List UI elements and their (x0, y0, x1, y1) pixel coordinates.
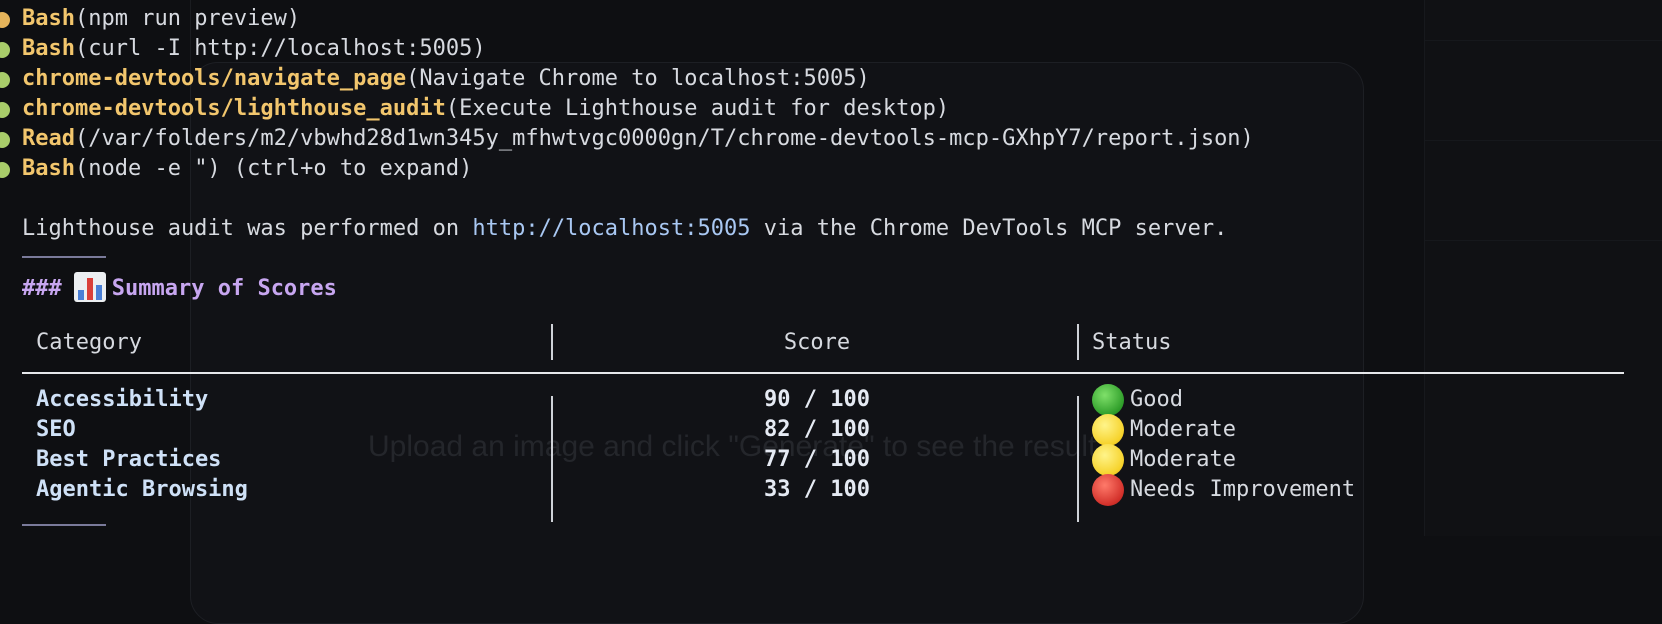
status-label: Good (1130, 387, 1183, 412)
header-score: Score (783, 330, 851, 355)
header-category: Category (36, 330, 142, 355)
status-label: Needs Improvement (1130, 477, 1356, 502)
section-heading: ### Summary of Scores (22, 272, 337, 306)
tool-name: Read (22, 126, 75, 151)
yellow-circle-icon (1092, 414, 1124, 446)
green-circle-icon (1092, 384, 1124, 416)
tool-name: Bash (22, 36, 75, 61)
tool-name: chrome-devtools/lighthouse_audit (22, 96, 446, 121)
tool-args: (Navigate Chrome to localhost:5005) (406, 66, 870, 91)
column-separator (1077, 396, 1079, 522)
header-separator (551, 324, 553, 360)
command-line: Bash(node -e ") (ctrl+o to expand) (0, 154, 1600, 184)
tool-name: Bash (22, 6, 75, 31)
bar-chart-icon (73, 272, 106, 302)
command-line: Bash(curl -I http://localhost:5005) (0, 34, 1600, 64)
heading-hashes: ### (22, 276, 62, 301)
score-cell: 90 / 100 (764, 387, 870, 412)
column-separator (551, 396, 553, 522)
category-cell: Best Practices (36, 447, 222, 472)
status-dot-icon (0, 102, 10, 118)
status-dot-icon (0, 162, 10, 178)
tool-args: (Execute Lighthouse audit for desktop) (445, 96, 950, 121)
yellow-circle-icon (1092, 444, 1124, 476)
score-cell: 33 / 100 (764, 477, 870, 502)
red-circle-icon (1092, 474, 1124, 506)
header-rule (22, 372, 1624, 374)
message-prefix: Lighthouse audit was performed on (22, 216, 473, 241)
heading-title: Summary of Scores (111, 276, 337, 301)
tool-args: (node -e ") (ctrl+o to expand) (74, 156, 473, 181)
status-label: Moderate (1130, 417, 1236, 442)
category-cell: SEO (36, 417, 76, 442)
header-status: Status (1092, 330, 1172, 355)
audit-message: Lighthouse audit was performed on http:/… (22, 214, 1227, 244)
status-dot-icon (0, 42, 10, 58)
status-dot-icon (0, 72, 10, 88)
command-line: chrome-devtools/navigate_page(Navigate C… (0, 64, 1600, 94)
message-suffix: via the Chrome DevTools MCP server. (750, 216, 1228, 241)
status-dot-icon (0, 12, 10, 28)
command-line: Bash(npm run preview) (0, 4, 1600, 34)
tool-name: Bash (22, 156, 75, 181)
tool-args: (curl -I http://localhost:5005) (74, 36, 486, 61)
divider-top (22, 256, 106, 258)
tool-name: chrome-devtools/navigate_page (22, 66, 407, 91)
tool-args: (npm run preview) (74, 6, 301, 31)
command-line: Read(/var/folders/m2/vbwhd28d1wn345y_mfh… (0, 124, 1600, 154)
divider-bottom (22, 524, 106, 526)
status-dot-icon (0, 132, 10, 148)
category-cell: Accessibility (36, 387, 209, 412)
status-label: Moderate (1130, 447, 1236, 472)
tool-args: (/var/folders/m2/vbwhd28d1wn345y_mfhwtvg… (74, 126, 1254, 151)
header-separator (1077, 324, 1079, 360)
command-line: chrome-devtools/lighthouse_audit(Execute… (0, 94, 1600, 124)
score-cell: 82 / 100 (764, 417, 870, 442)
category-cell: Agentic Browsing (36, 477, 248, 502)
score-cell: 77 / 100 (764, 447, 870, 472)
localhost-link[interactable]: http://localhost:5005 (472, 216, 750, 241)
